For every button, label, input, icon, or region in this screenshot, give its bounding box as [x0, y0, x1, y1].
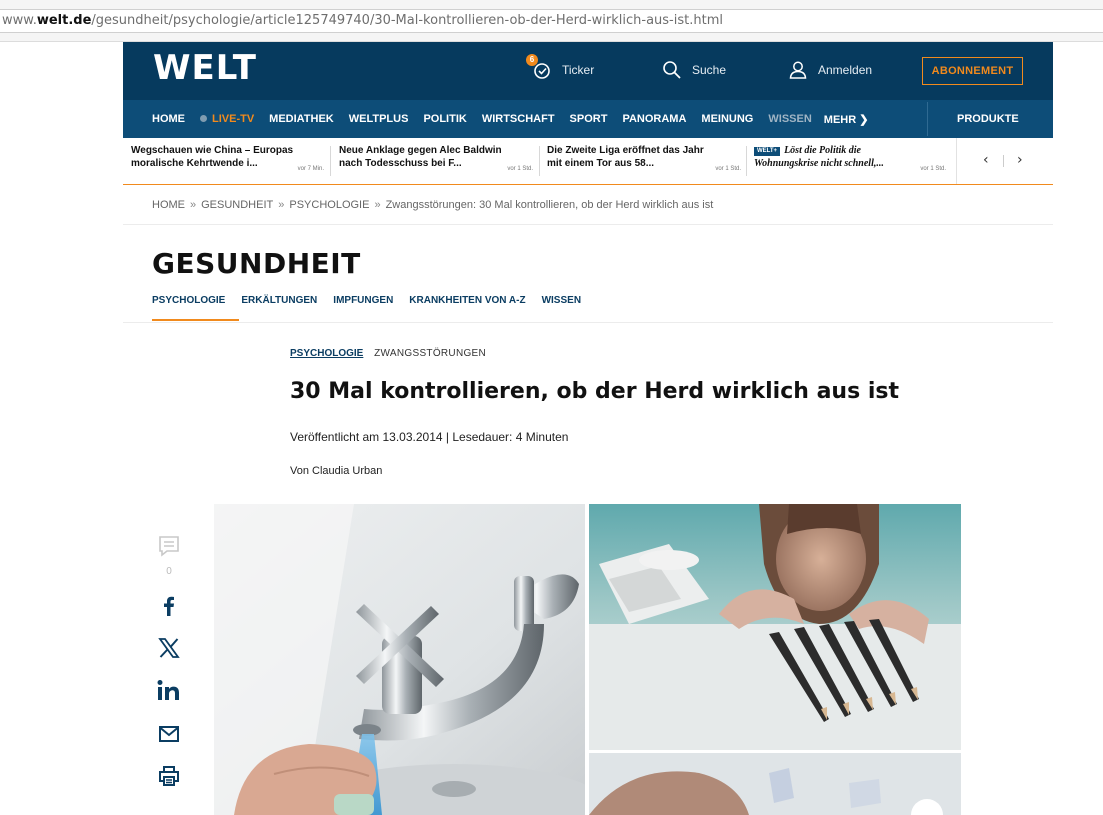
- article-meta: Veröffentlicht am 13.03.2014 | Lesedauer…: [290, 430, 569, 444]
- ticker-item-line1: Löst die Politik die: [784, 145, 861, 156]
- url-domain: welt.de: [36, 13, 92, 28]
- ticker-divider: [746, 146, 747, 176]
- search-icon: [662, 60, 682, 80]
- article-author: Von Claudia Urban: [290, 465, 383, 477]
- subnav-active-indicator: [152, 319, 239, 321]
- breadcrumb-separator: »: [278, 199, 285, 211]
- breadcrumb-separator: »: [374, 199, 381, 211]
- ticker-divider: [330, 146, 331, 176]
- weltplus-badge: WELT+: [754, 147, 781, 156]
- welt-logo[interactable]: WELT: [153, 48, 257, 88]
- nav-item-mehr[interactable]: MEHR ❯: [824, 113, 869, 126]
- x-icon[interactable]: [151, 636, 187, 660]
- ticker-prev-icon[interactable]: ‹: [983, 152, 989, 168]
- ticker-item[interactable]: WELT+ Löst die Politik die Wohnungskrise …: [754, 144, 946, 180]
- nav-item-sport[interactable]: SPORT: [570, 113, 608, 125]
- ticker-item-line2: mit einem Tor aus 58...: [547, 158, 655, 169]
- nav-item-meinung[interactable]: MEINUNG: [701, 113, 753, 125]
- user-icon: [788, 60, 808, 80]
- nav-item-live-tv[interactable]: LIVE-TV: [200, 113, 254, 125]
- breadcrumb-psychologie[interactable]: PSYCHOLOGIE: [289, 199, 369, 211]
- article-headline: 30 Mal kontrollieren, ob der Herd wirkli…: [290, 379, 899, 404]
- news-ticker: Wegschauen wie China – Europas moralisch…: [123, 138, 1053, 185]
- page-container: WELT 6 Ticker Suche Anmelden ABONNEMENT …: [123, 42, 1053, 815]
- ticker-item-time: vor 7 Min.: [297, 166, 324, 172]
- subnav-item-psychologie[interactable]: PSYCHOLOGIE: [152, 295, 225, 306]
- ticker-item[interactable]: Die Zweite Liga eröffnet das Jahr mit ei…: [547, 144, 741, 180]
- article-kicker: PSYCHOLOGIE ZWANGSSTÖRUNGEN: [290, 348, 486, 359]
- search-button[interactable]: Suche: [662, 58, 726, 82]
- ticker-item-line2: Wohnungskrise nicht schnell,...: [754, 158, 884, 169]
- login-label: Anmelden: [818, 63, 873, 77]
- ticker-item-line1: Die Zweite Liga eröffnet das Jahr: [547, 145, 704, 156]
- section-title[interactable]: GESUNDHEIT: [152, 247, 361, 280]
- nav-item-panorama[interactable]: PANORAMA: [622, 113, 686, 125]
- breadcrumb-current: Zwangsstörungen: 30 Mal kontrollieren, o…: [385, 199, 714, 211]
- main-nav: HOME LIVE-TV MEDIATHEK WELTPLUS POLITIK …: [123, 100, 1053, 138]
- comment-icon[interactable]: [151, 534, 187, 558]
- section-subnav: PSYCHOLOGIE ERKÄLTUNGEN IMPFUNGEN KRANKH…: [152, 295, 597, 306]
- print-icon[interactable]: [151, 764, 187, 788]
- ticker-item-time: vor 1 Std.: [920, 166, 946, 172]
- ticker-controls: ‹ ›: [956, 138, 1053, 184]
- comment-count: 0: [166, 566, 172, 577]
- ticker-icon: 6: [526, 54, 552, 80]
- ticker-label: Ticker: [562, 63, 595, 77]
- nav-item-politik[interactable]: POLITIK: [423, 113, 466, 125]
- ticker-item-time: vor 1 Std.: [715, 166, 741, 172]
- url-field[interactable]: www.welt.de/gesundheit/psychologie/artic…: [0, 9, 1103, 33]
- nav-item-produkte[interactable]: PRODUKTE: [957, 100, 1019, 138]
- divider: [123, 322, 1053, 323]
- ticker-badge: 6: [526, 54, 538, 66]
- breadcrumb-gesundheit[interactable]: GESUNDHEIT: [201, 199, 273, 211]
- linkedin-icon[interactable]: [151, 678, 187, 702]
- mail-icon[interactable]: [151, 722, 187, 746]
- subnav-item-erkaeltungen[interactable]: ERKÄLTUNGEN: [241, 295, 317, 306]
- browser-address-bar: www.welt.de/gesundheit/psychologie/artic…: [0, 0, 1103, 42]
- article-image-pencils: [589, 504, 961, 750]
- ticker-item-line1: Neue Anklage gegen Alec Baldwin: [339, 145, 502, 156]
- breadcrumb: HOME » GESUNDHEIT » PSYCHOLOGIE » Zwangsstörun…: [152, 199, 713, 211]
- article-image-hands: [589, 753, 961, 815]
- subscribe-button[interactable]: ABONNEMENT: [922, 57, 1023, 85]
- divider: [123, 224, 1053, 225]
- ticker-item-line2: nach Todesschuss bei F...: [339, 158, 462, 169]
- kicker-subtopic: ZWANGSSTÖRUNGEN: [374, 348, 487, 359]
- search-label: Suche: [692, 63, 727, 77]
- kicker-topic-link[interactable]: PSYCHOLOGIE: [290, 348, 363, 359]
- ticker-item[interactable]: Neue Anklage gegen Alec Baldwin nach Tod…: [339, 144, 533, 180]
- live-dot-icon: [200, 115, 207, 122]
- nav-item-home[interactable]: HOME: [152, 113, 185, 125]
- facebook-icon[interactable]: [151, 594, 187, 618]
- breadcrumb-separator: »: [190, 199, 197, 211]
- nav-item-wirtschaft[interactable]: WIRTSCHAFT: [482, 113, 555, 125]
- nav-item-weltplus[interactable]: WELTPLUS: [349, 113, 409, 125]
- subnav-item-wissen[interactable]: WISSEN: [542, 295, 581, 306]
- nav-live-label: LIVE-TV: [212, 113, 255, 125]
- ticker-next-icon[interactable]: ›: [1017, 152, 1023, 168]
- ticker-controls-divider: [1003, 155, 1004, 167]
- ticker-divider: [539, 146, 540, 176]
- article-image-faucet: [214, 504, 585, 815]
- login-button[interactable]: Anmelden: [788, 58, 872, 82]
- ticker-item-line2: moralische Kehrtwende i...: [131, 158, 258, 169]
- nav-item-wissen[interactable]: WISSEN: [768, 113, 811, 125]
- nav-item-mediathek[interactable]: MEDIATHEK: [269, 113, 334, 125]
- breadcrumb-home[interactable]: HOME: [152, 199, 185, 211]
- url-path: /gesundheit/psychologie/article125749740…: [91, 13, 723, 28]
- subnav-item-impfungen[interactable]: IMPFUNGEN: [333, 295, 393, 306]
- nav-divider: [927, 102, 928, 136]
- ticker-item[interactable]: Wegschauen wie China – Europas moralisch…: [131, 144, 324, 180]
- ticker-button[interactable]: 6 Ticker: [526, 54, 595, 82]
- ticker-item-line1: Wegschauen wie China – Europas: [131, 145, 294, 156]
- site-header: WELT 6 Ticker Suche Anmelden ABONNEMENT: [123, 42, 1053, 100]
- subnav-item-krankheiten[interactable]: KRANKHEITEN VON A-Z: [409, 295, 525, 306]
- url-prefix: www.: [2, 13, 37, 28]
- ticker-item-time: vor 1 Std.: [507, 166, 533, 172]
